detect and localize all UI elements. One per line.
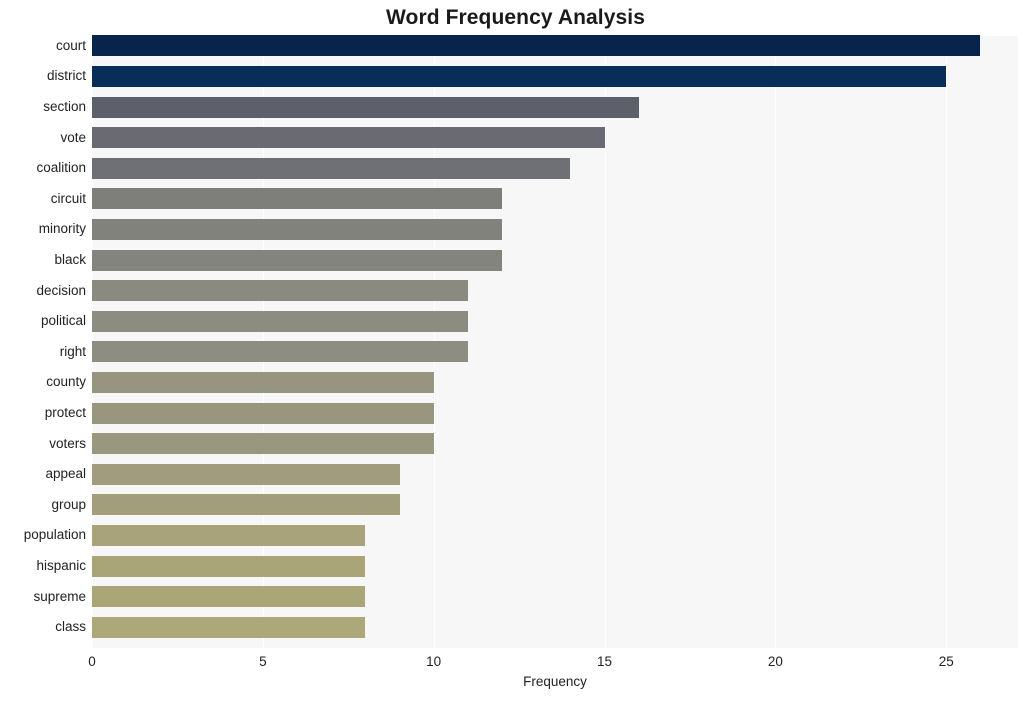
bar[interactable] [92,127,605,149]
y-tick-label: political [40,313,86,329]
gridline-x-5 [946,36,948,648]
bar[interactable] [92,371,434,393]
x-tick-label: 10 [426,654,442,669]
x-axis-label: Frequency [523,674,587,689]
gridline-x-3 [604,36,606,648]
y-axis: court district section vote coalition circuit… [0,36,86,648]
x-tick-label: 15 [597,654,613,669]
bar[interactable] [92,188,503,210]
chart-figure: Word Frequency Analysis court district sec… [0,0,1031,701]
y-tick-label: population [23,527,86,543]
y-tick-label: vote [60,129,86,145]
y-tick-label: section [43,99,86,114]
bar[interactable] [92,310,468,332]
bar[interactable] [92,555,366,577]
bar[interactable] [92,249,503,271]
y-tick-label: decision [36,282,86,298]
y-tick-label: voters [49,435,86,451]
bar[interactable] [92,341,468,363]
y-tick-label: court [55,37,86,53]
y-tick-label: appeal [45,466,86,482]
y-tick-label: hispanic [36,558,86,573]
bar[interactable] [92,433,434,455]
plot-area [92,35,1018,648]
x-tick-label: 20 [767,654,783,669]
y-tick-label: protect [44,405,86,420]
gridline-x-4 [775,36,777,648]
chart-title: Word Frequency Analysis [385,6,646,29]
y-tick-label: class [55,619,86,635]
y-tick-label: district [46,68,86,84]
bar[interactable] [92,96,639,118]
bar[interactable] [92,157,571,179]
y-tick-label: minority [38,221,86,237]
x-tick-label: 25 [938,654,954,669]
y-tick-label: county [46,374,86,390]
x-tick-label: 0 [88,654,96,669]
y-tick-label: right [59,343,86,359]
bar[interactable] [92,402,434,424]
y-tick-label: circuit [50,190,86,206]
bar[interactable] [92,280,468,302]
bar[interactable] [92,524,366,546]
bar[interactable] [92,616,366,638]
bar[interactable] [92,586,366,608]
bar[interactable] [92,65,947,87]
y-tick-label: group [51,496,86,512]
x-tick-label: 5 [259,654,267,669]
y-tick-label: supreme [33,588,86,604]
bar[interactable] [92,35,981,57]
bar[interactable] [92,494,400,516]
bar[interactable] [92,463,400,485]
y-tick-label: black [54,252,86,267]
y-tick-label: coalition [36,160,86,176]
bar[interactable] [92,218,503,240]
